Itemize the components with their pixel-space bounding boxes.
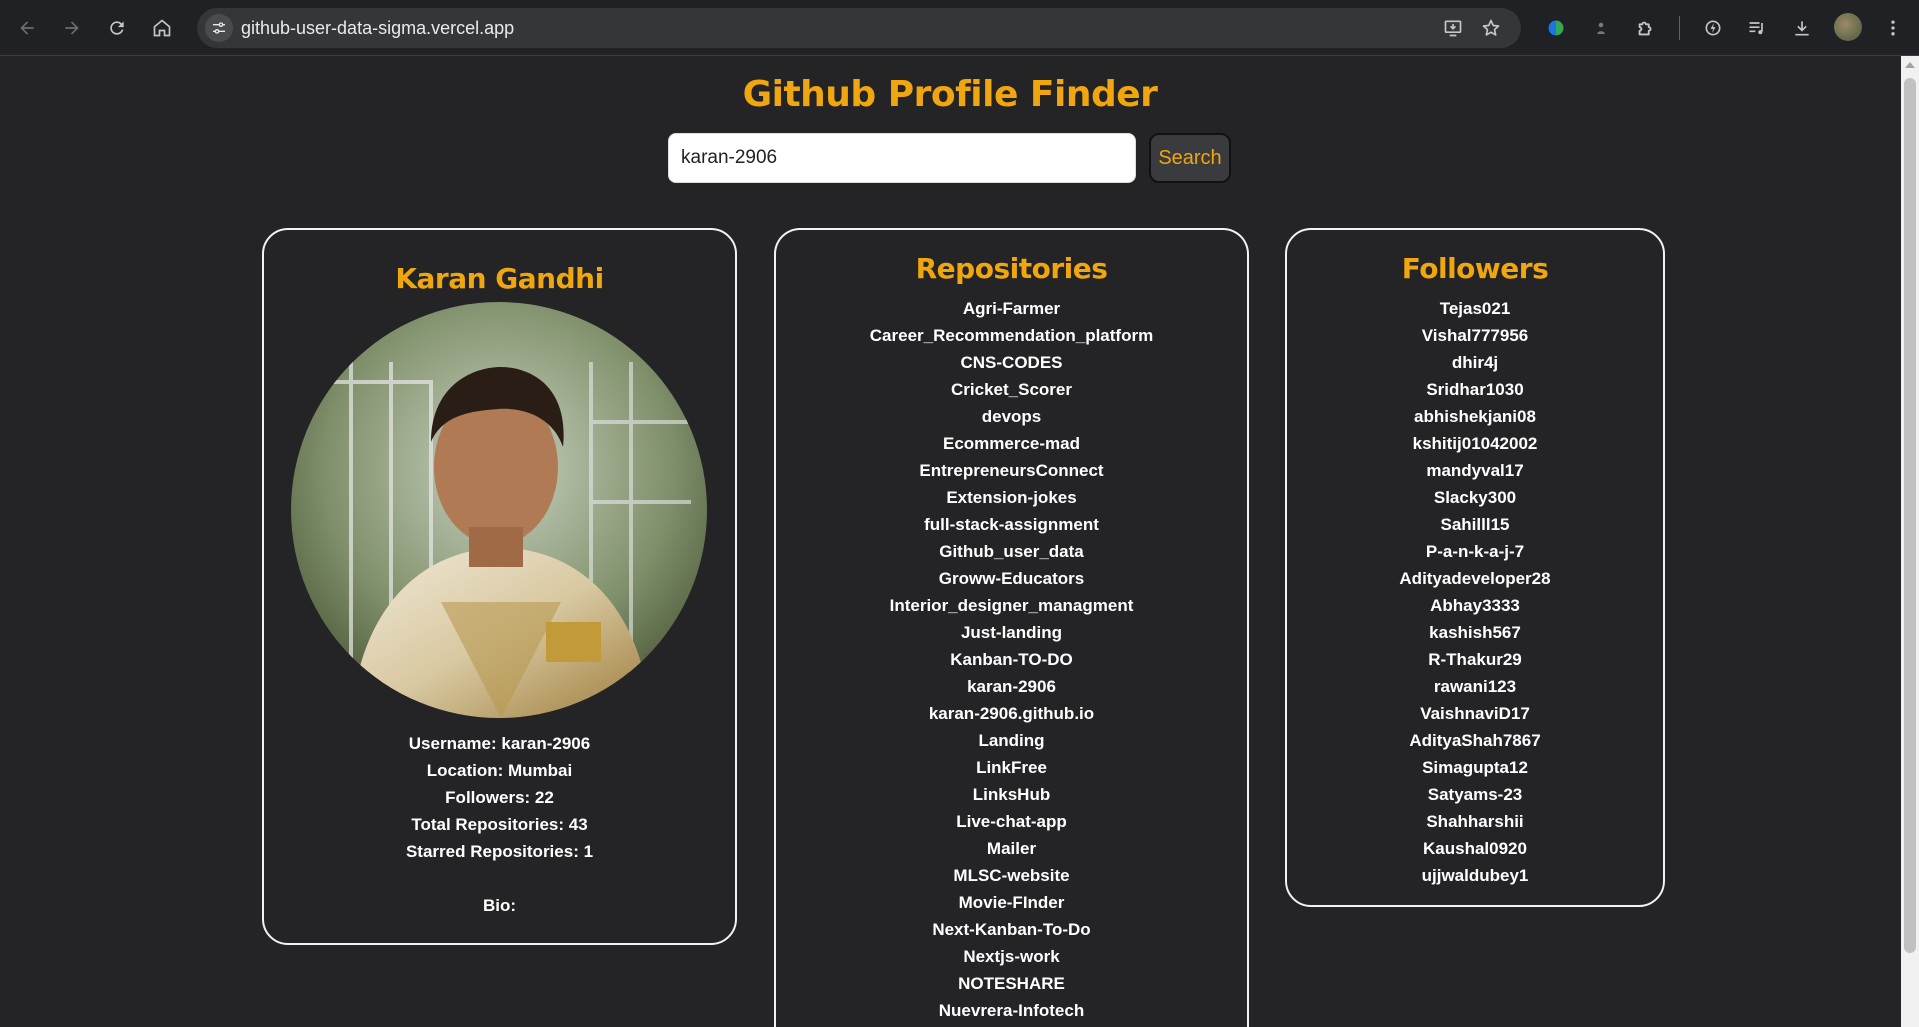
follower-item: Shahharshii <box>1426 812 1524 831</box>
repository-item: karan-2906 <box>967 677 1056 696</box>
repository-item: NOTESHARE <box>958 974 1065 993</box>
follower-item: Sridhar1030 <box>1426 380 1524 399</box>
download-icon[interactable] <box>1787 13 1817 43</box>
media-icon[interactable] <box>1742 13 1772 43</box>
followers-card: Followers Tejas021 Vishal777956 dhir4j Srid… <box>1285 228 1665 907</box>
follower-item: Abhay3333 <box>1430 596 1520 615</box>
follower-item: P-a-n-k-a-j-7 <box>1425 542 1525 561</box>
puzzle-icon[interactable] <box>1631 13 1661 43</box>
follower-item: VaishnaviD17 <box>1420 704 1530 723</box>
bio-text: Bio: <box>482 896 517 915</box>
repository-item: Github_user_data <box>939 542 1084 561</box>
user-extension-icon[interactable] <box>1586 13 1616 43</box>
followers-count-text: Followers: 22 <box>445 788 554 807</box>
repository-item: Nuevrera-Infotech <box>938 1001 1085 1020</box>
repositories-card: Repositories Agri-Farmer Career_Recommend… <box>774 228 1249 1027</box>
repos-count-text: Total Repositories: 43 <box>411 815 588 834</box>
repository-item: devops <box>981 407 1042 426</box>
profile-avatar <box>291 302 707 718</box>
repository-item: Just-landing <box>960 623 1063 642</box>
address-bar[interactable]: github-user-data-sigma.vercel.app <box>197 8 1521 48</box>
repository-item: Interior_designer_managment <box>889 596 1134 615</box>
follower-item: kashish567 <box>1429 623 1521 642</box>
repository-item: Ecommerce-mad <box>942 434 1080 453</box>
starred-count-text: Starred Repositories: 1 <box>405 842 594 861</box>
repository-item: LinksHub <box>972 785 1051 804</box>
follower-item: mandyval17 <box>1426 461 1524 480</box>
star-icon[interactable] <box>1479 16 1503 40</box>
repository-item: Career_Recommendation_platform <box>869 326 1154 345</box>
repository-item: karan-2906.github.io <box>928 704 1095 723</box>
more-vert-icon[interactable] <box>1878 13 1908 43</box>
follower-item: Adityadeveloper28 <box>1399 569 1551 588</box>
forward-icon[interactable] <box>55 11 89 45</box>
follower-item: Kaushal0920 <box>1423 839 1527 858</box>
repository-item: Nextjs-work <box>963 947 1060 966</box>
home-icon[interactable] <box>145 11 179 45</box>
follower-item: Tejas021 <box>1439 299 1511 318</box>
repository-item: Landing <box>978 731 1045 750</box>
tune-icon[interactable] <box>205 14 233 42</box>
toolbar-divider <box>1679 16 1680 40</box>
follower-item: Slacky300 <box>1433 488 1517 507</box>
follower-item: Vishal777956 <box>1421 326 1529 345</box>
repository-item: LinkFree <box>976 758 1047 777</box>
performance-icon[interactable] <box>1698 13 1728 43</box>
reload-icon[interactable] <box>100 11 134 45</box>
profile-avatar-icon[interactable] <box>1834 13 1862 41</box>
location-text: Location: Mumbai <box>426 761 573 780</box>
install-app-icon[interactable] <box>1441 16 1465 40</box>
page-title: Github Profile Finder <box>742 74 1158 115</box>
repository-item: Live-chat-app <box>956 812 1067 831</box>
repository-item: full-stack-assignment <box>924 515 1099 534</box>
follower-item: kshitij01042002 <box>1412 434 1538 453</box>
follower-item: abhishekjani08 <box>1414 407 1536 426</box>
followers-heading: Followers <box>1401 252 1549 285</box>
follower-item: dhir4j <box>1451 353 1499 372</box>
repository-item: Kanban-TO-DO <box>950 650 1073 669</box>
search-input[interactable] <box>668 133 1136 183</box>
repository-item: Cricket_Scorer <box>951 380 1072 399</box>
follower-item: Simagupta12 <box>1422 758 1528 777</box>
username-text: Username: karan-2906 <box>408 734 591 753</box>
url-text: github-user-data-sigma.vercel.app <box>241 18 515 38</box>
followers-list: Tejas021 Vishal777956 dhir4j Sridhar1030 abh… <box>1287 295 1663 889</box>
repository-item: EntrepreneursConnect <box>919 461 1104 480</box>
repositories-heading: Repositories <box>915 252 1108 285</box>
repository-item: MLSC-website <box>953 866 1070 885</box>
profile-card: Karan Gandhi Username: karan-2906 Locati… <box>262 228 737 945</box>
repository-item: Extension-jokes <box>946 488 1077 507</box>
repository-item: Next-Kanban-To-Do <box>932 920 1091 939</box>
search-button[interactable]: Search <box>1149 133 1231 183</box>
scrollbar[interactable] <box>1901 56 1919 1027</box>
follower-item: rawani123 <box>1433 677 1517 696</box>
repository-item: Agri-Farmer <box>962 299 1061 318</box>
color-extension-icon[interactable] <box>1541 13 1571 43</box>
scroll-up-arrow-icon[interactable] <box>1905 62 1915 68</box>
follower-item: ujjwaldubey1 <box>1421 866 1529 885</box>
back-icon[interactable] <box>10 11 44 45</box>
browser-toolbar: github-user-data-sigma.vercel.app <box>0 0 1919 56</box>
follower-item: Sahilll15 <box>1440 515 1510 534</box>
repository-item: CNS-CODES <box>960 353 1063 372</box>
repository-item: Movie-FInder <box>958 893 1065 912</box>
follower-item: Satyams-23 <box>1427 785 1523 804</box>
repository-item: Mailer <box>986 839 1037 858</box>
follower-item: R-Thakur29 <box>1428 650 1522 669</box>
profile-info: Username: karan-2906 Location: Mumbai Fo… <box>264 730 735 919</box>
scrollbar-thumb[interactable] <box>1904 78 1916 953</box>
follower-item: AdityaShah7867 <box>1409 731 1541 750</box>
repository-item: Groww-Educators <box>938 569 1085 588</box>
repositories-list: Agri-Farmer Career_Recommendation_platfor… <box>776 295 1247 1024</box>
profile-name: Karan Gandhi <box>395 262 604 295</box>
